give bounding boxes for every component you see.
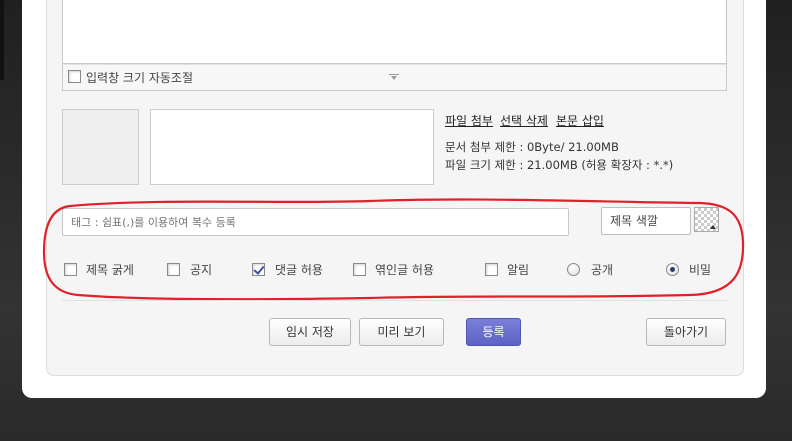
section-divider <box>62 300 727 301</box>
transparent-swatch-icon[interactable] <box>694 207 719 232</box>
resize-handle-icon[interactable] <box>389 74 399 80</box>
insert-into-body-link[interactable]: 본문 삽입 <box>556 112 604 129</box>
public-radio[interactable] <box>567 263 580 276</box>
attachment-file-list[interactable] <box>150 109 434 185</box>
file-size-limit-text: 파일 크기 제한 : 21.00MB (허용 확장자 : *.*) <box>445 158 674 172</box>
bold-title-label: 제목 굵게 <box>86 263 134 277</box>
editor-textarea[interactable] <box>62 0 727 64</box>
notify-label: 알림 <box>507 263 530 277</box>
public-label: 공개 <box>591 263 614 277</box>
preview-button[interactable]: 미리 보기 <box>359 318 444 346</box>
attachment-preview <box>62 109 139 185</box>
bold-title-checkbox[interactable] <box>64 263 77 276</box>
background-edge <box>0 0 4 80</box>
private-radio[interactable] <box>666 263 679 276</box>
notify-checkbox[interactable] <box>485 263 498 276</box>
allow-trackback-label: 엮인글 허용 <box>375 263 435 277</box>
attachment-limit-text: 문서 첨부 제한 : 0Byte/ 21.00MB <box>445 140 619 154</box>
allow-comments-label: 댓글 허용 <box>275 263 323 277</box>
attach-file-link[interactable]: 파일 첨부 <box>445 112 493 129</box>
allow-trackback-checkbox[interactable] <box>353 263 366 276</box>
notice-label: 공지 <box>190 263 213 277</box>
auto-resize-label: 입력창 크기 자동조절 <box>86 71 193 85</box>
temp-save-button[interactable]: 임시 저장 <box>269 318 351 346</box>
notice-checkbox[interactable] <box>167 263 180 276</box>
back-button[interactable]: 돌아가기 <box>646 318 726 346</box>
delete-selected-link[interactable]: 선택 삭제 <box>500 112 548 129</box>
auto-resize-checkbox[interactable] <box>68 70 81 83</box>
tag-input[interactable] <box>62 208 569 236</box>
submit-button[interactable]: 등록 <box>466 318 521 346</box>
private-label: 비밀 <box>689 263 712 277</box>
title-color-label: 제목 색깔 <box>601 207 691 235</box>
allow-comments-checkbox[interactable] <box>252 263 265 276</box>
